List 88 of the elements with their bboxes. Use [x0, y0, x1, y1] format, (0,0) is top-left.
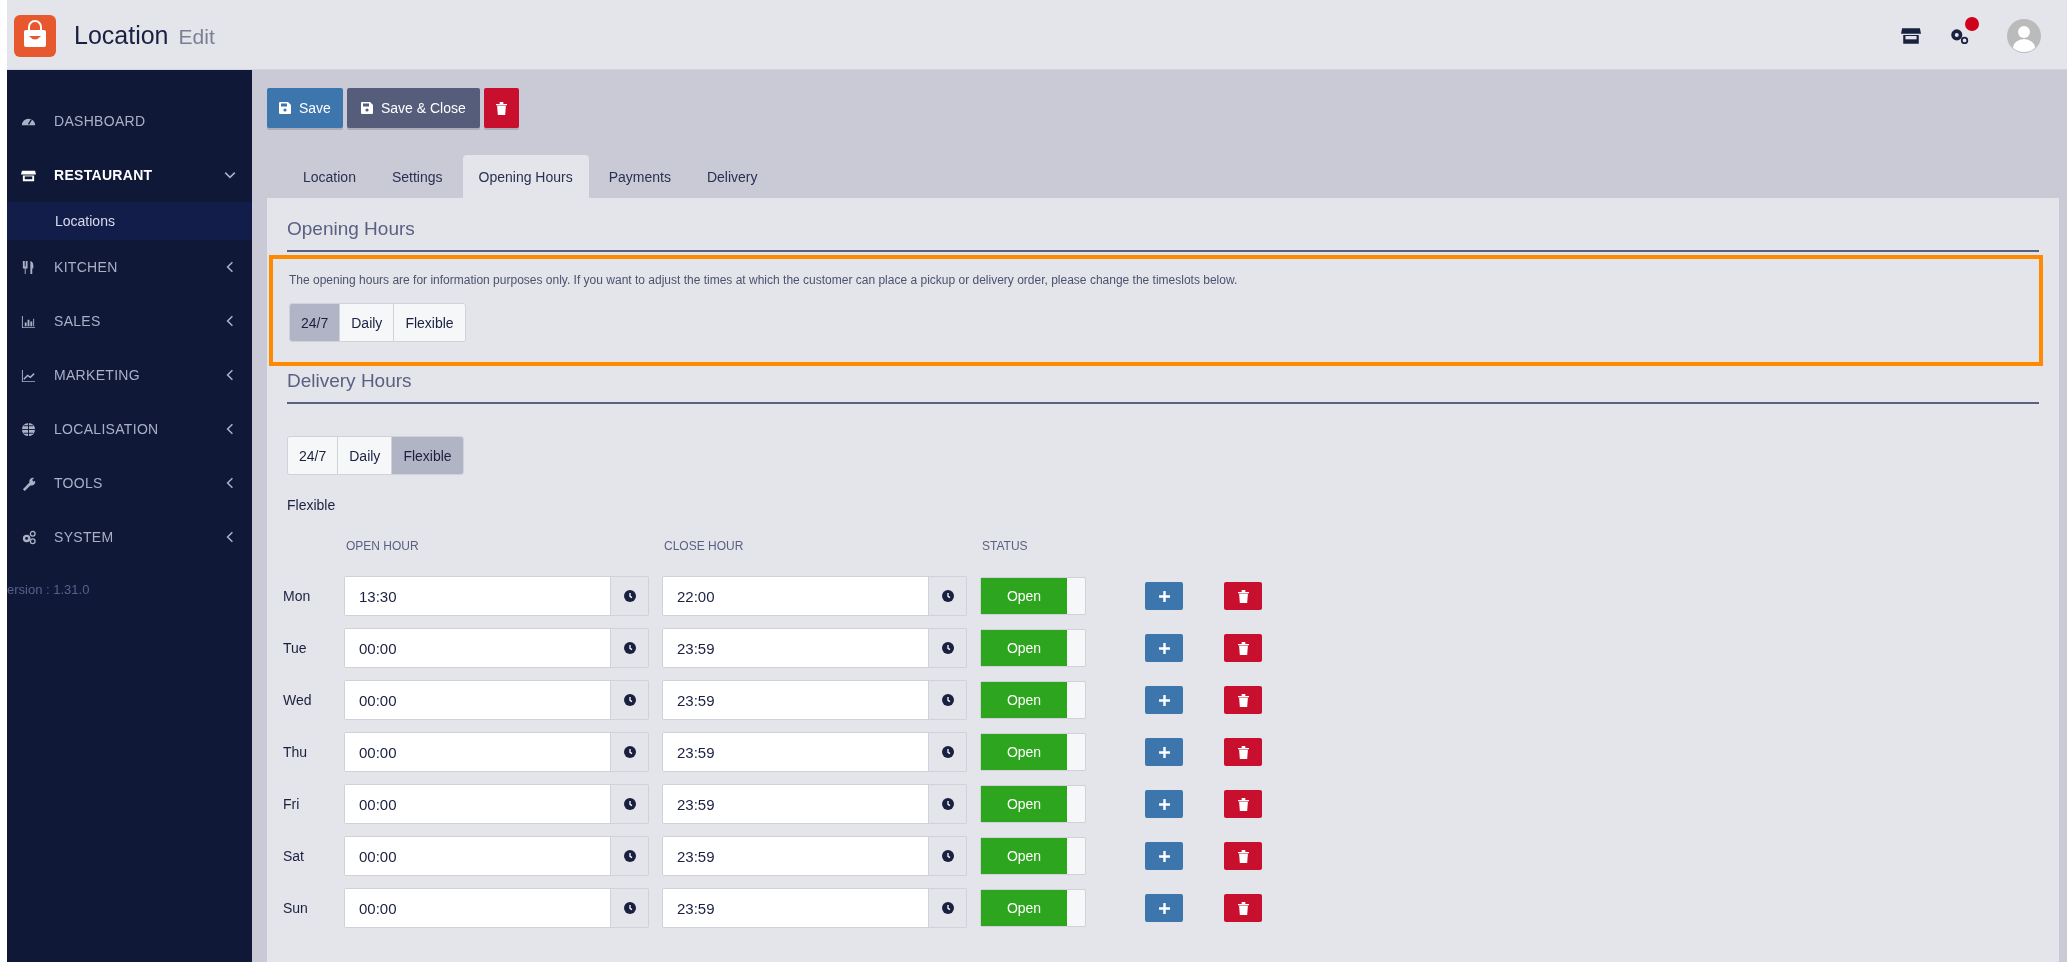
delete-button[interactable] [1224, 582, 1262, 610]
trash-icon [495, 101, 507, 115]
add-button[interactable] [1145, 842, 1183, 870]
plus-icon [1158, 902, 1170, 914]
tab[interactable]: Opening Hours [462, 155, 589, 198]
chevron-left-icon [224, 531, 236, 543]
plus-icon [1158, 746, 1170, 758]
trash-icon [1237, 745, 1249, 759]
sidebar-item[interactable]: TOOLS [7, 456, 252, 510]
shopping-bag-logo [14, 14, 56, 57]
chevron-left-icon [224, 423, 236, 435]
mode-label: Flexible [287, 497, 337, 513]
sidebar-item[interactable]: MARKETING [7, 348, 252, 402]
day-label: Mon [283, 588, 312, 604]
day-label: Thu [283, 744, 309, 760]
sidebar-item[interactable]: SYSTEM [7, 510, 252, 564]
chevron-left-icon [224, 261, 236, 273]
delete-button[interactable] [1224, 790, 1262, 818]
add-button[interactable] [1145, 686, 1183, 714]
mode-button[interactable]: 24/7 [288, 437, 339, 474]
plus-icon [1158, 642, 1170, 654]
chevron-left-icon [224, 477, 236, 489]
mode-button[interactable]: Daily [338, 437, 393, 474]
delete-button[interactable] [1224, 634, 1262, 662]
floppy-icon [360, 102, 373, 114]
day-label: Fri [283, 796, 301, 812]
add-button[interactable] [1145, 634, 1183, 662]
sidebar-item[interactable]: SALES [7, 294, 252, 348]
tab[interactable]: Settings [375, 155, 459, 198]
delete-button[interactable] [483, 88, 519, 128]
settings-icon [1949, 26, 1969, 45]
day-label: Sun [283, 900, 309, 916]
chevron-left-icon [224, 315, 236, 327]
version-text: ersion : 1.31.0 [7, 582, 91, 597]
tab[interactable]: Location [287, 155, 372, 198]
cutlery-icon [21, 259, 36, 275]
store-icon[interactable] [1901, 26, 1921, 45]
day-label: Wed [283, 692, 313, 708]
tab[interactable]: Payments [592, 155, 687, 198]
delete-button[interactable] [1224, 686, 1262, 714]
plus-icon [1158, 850, 1170, 862]
globe-icon [21, 421, 36, 437]
trash-icon [1237, 641, 1249, 655]
save-button[interactable]: Save [267, 88, 343, 128]
tab[interactable]: Delivery [690, 155, 774, 198]
settings-button[interactable] [1949, 16, 1979, 45]
delete-button[interactable] [1224, 894, 1262, 922]
mode-button[interactable]: Daily [340, 304, 395, 341]
section-title: Opening Hours [287, 218, 2039, 252]
mode-button[interactable]: Flexible [394, 304, 465, 341]
page-subtitle: Edit [178, 25, 215, 49]
save-and-close-button[interactable]: Save & Close [346, 88, 480, 128]
chevron-left-icon [224, 369, 236, 381]
trash-icon [1237, 849, 1249, 863]
mode-button[interactable]: Flexible [392, 437, 463, 474]
sidebar-subitem[interactable]: Locations [7, 202, 252, 240]
gears-icon [21, 529, 36, 545]
column-header: STATUS [981, 539, 1029, 553]
day-label: Tue [283, 640, 308, 656]
trash-icon [1237, 693, 1249, 707]
chevron-down-icon [224, 169, 236, 181]
add-button[interactable] [1145, 894, 1183, 922]
add-button[interactable] [1145, 738, 1183, 766]
wrench-icon [21, 475, 36, 491]
sidebar-item[interactable]: KITCHEN [7, 240, 252, 294]
day-label: Sat [283, 848, 305, 864]
section-title: Delivery Hours [287, 370, 2039, 404]
line-chart-icon [21, 367, 36, 383]
sidebar-item[interactable]: DASHBOARD [7, 94, 252, 148]
mode-button[interactable]: 24/7 [290, 304, 341, 341]
plus-icon [1158, 590, 1170, 602]
trash-icon [1237, 797, 1249, 811]
add-button[interactable] [1145, 790, 1183, 818]
page-title: Location [74, 21, 169, 50]
sidebar-item[interactable]: RESTAURANT [7, 148, 252, 202]
column-header: CLOSE HOUR [663, 539, 745, 553]
sidebar-item[interactable]: LOCALISATION [7, 402, 252, 456]
trash-icon [1237, 901, 1249, 915]
delete-button[interactable] [1224, 842, 1262, 870]
plus-icon [1158, 798, 1170, 810]
column-header: OPEN HOUR [345, 539, 420, 553]
trash-icon [1237, 589, 1249, 603]
help-text: The opening hours are for information purposes only. If you want to adjust the times at which the customer can place a pickup or delivery order, please change the timeslots below. [289, 273, 1239, 287]
plus-icon [1158, 694, 1170, 706]
bar-chart-icon [21, 313, 36, 329]
floppy-icon [279, 102, 291, 114]
add-button[interactable] [1145, 582, 1183, 610]
delete-button[interactable] [1224, 738, 1262, 766]
